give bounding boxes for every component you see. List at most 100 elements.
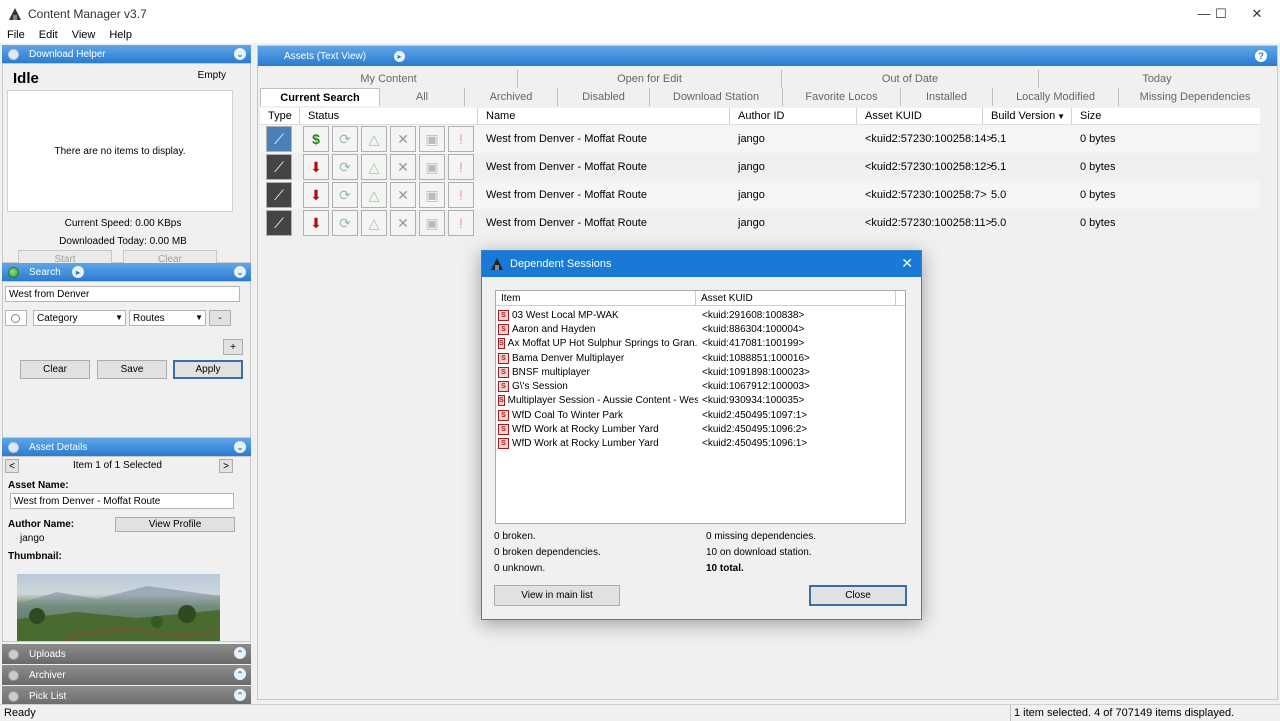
apply-search-button[interactable]: Apply <box>173 360 243 379</box>
list-item[interactable]: S Aaron and Hayden <kuid:886304:100004> <box>496 322 905 336</box>
tab-locally-modified[interactable]: Locally Modified <box>993 88 1119 106</box>
asset-name-field[interactable]: West from Denver - Moffat Route <box>10 493 234 509</box>
menu-edit[interactable]: Edit <box>32 29 65 41</box>
table-row[interactable]: ⟋ $ ⟳ △ ✕ ▣! West from Denver - Moffat Route ja… <box>260 125 1260 153</box>
tab-all[interactable]: All <box>380 88 465 106</box>
list-item[interactable]: S WfD Work at Rocky Lumber Yard <kuid2:450… <box>496 437 905 451</box>
list-item[interactable]: S Bama Denver Multiplayer <kuid:1088851:10… <box>496 351 905 365</box>
col-name[interactable]: Name <box>478 108 730 124</box>
tab-open-for-edit[interactable]: Open for Edit <box>518 70 782 88</box>
table-row[interactable]: ⟋ ⬇ ⟳ △ ✕ ▣! West from Denver - Moffat Route ja… <box>260 153 1260 181</box>
add-filter-button[interactable]: + <box>223 339 243 355</box>
session-item: S G\'s Session <box>496 381 698 393</box>
list-item[interactable]: S WfD Coal To Winter Park <kuid2:450495:10… <box>496 408 905 422</box>
status-text: Ready <box>4 707 36 719</box>
list-item[interactable]: S Multiplayer Session - Aussie Content - … <box>496 394 905 408</box>
view-profile-button[interactable]: View Profile <box>115 517 235 532</box>
prev-item-button[interactable]: < <box>5 459 19 473</box>
list-item[interactable]: S Ax Moffat UP Hot Sulphur Springs to Gra… <box>496 337 905 351</box>
session-name: Bama Denver Multiplayer <box>512 352 625 364</box>
sort-desc-icon: ▼ <box>1057 111 1065 121</box>
type-cell: ⟋ <box>260 182 300 208</box>
dialog-title-bar: Dependent Sessions ✕ <box>482 251 921 277</box>
col-status[interactable]: Status <box>300 108 478 124</box>
filter-toggle[interactable] <box>5 310 27 326</box>
session-item: S BNSF multiplayer <box>496 366 698 378</box>
download-list[interactable]: There are no items to display. <box>7 90 233 212</box>
list-item[interactable]: S 03 West Local MP-WAK <kuid:291608:100838… <box>496 308 905 322</box>
menu-bar: File Edit View Help <box>0 27 1280 43</box>
list-item[interactable]: S WfD Work at Rocky Lumber Yard <kuid2:450… <box>496 422 905 436</box>
menu-help[interactable]: Help <box>102 29 139 41</box>
tab-favorite-locos[interactable]: Favorite Locos <box>783 88 901 106</box>
col-build-version[interactable]: Build Version ▼ <box>983 108 1072 124</box>
download-helper-header[interactable]: Download Helper ⌄ <box>2 45 251 63</box>
tab-archived[interactable]: Archived <box>465 88 558 106</box>
tab-current-search[interactable]: Current Search <box>260 88 380 106</box>
tab-my-content[interactable]: My Content <box>260 70 518 88</box>
view-menu-arrow-icon[interactable]: ▸ <box>394 50 406 62</box>
session-kuid: <kuid:930934:100035> <box>702 395 805 407</box>
maximize-button[interactable]: ☐ <box>1203 0 1239 27</box>
archiver-header[interactable]: Archiver ⌃ <box>2 665 251 685</box>
col-item[interactable]: Item <box>496 291 696 305</box>
menu-view[interactable]: View <box>65 29 103 41</box>
collapse-chevron-icon[interactable]: ⌄ <box>234 266 246 278</box>
menu-file[interactable]: File <box>0 29 32 41</box>
kuid-cell: <kuid2:57230:100258:14> <box>865 133 993 145</box>
expand-chevron-icon[interactable]: ⌃ <box>234 689 246 701</box>
collapse-chevron-icon[interactable]: ⌄ <box>234 48 246 60</box>
collapse-chevron-icon[interactable]: ⌄ <box>234 441 246 453</box>
next-item-button[interactable]: > <box>219 459 233 473</box>
tab-disabled[interactable]: Disabled <box>558 88 650 106</box>
close-dialog-button[interactable]: Close <box>809 585 907 606</box>
asset-details-header[interactable]: Asset Details ⌄ <box>2 438 251 456</box>
name-cell: West from Denver - Moffat Route <box>486 133 647 145</box>
routes-select[interactable]: Routes ▼ <box>129 310 206 326</box>
clear-search-button[interactable]: Clear <box>20 360 90 379</box>
col-asset-kuid[interactable]: Asset KUID <box>857 108 983 124</box>
session-kuid: <kuid2:450495:1097:1> <box>702 409 808 421</box>
search-arrow-icon[interactable]: ▸ <box>72 266 84 278</box>
table-body: ⟋ $ ⟳ △ ✕ ▣! West from Denver - Moffat Route ja… <box>260 125 1260 237</box>
category-select[interactable]: Category ▼ <box>33 310 126 326</box>
table-row[interactable]: ⟋ ⬇ ⟳ △ ✕ ▣! West from Denver - Moffat Route ja… <box>260 209 1260 237</box>
assets-title: Assets (Text View) <box>284 50 367 62</box>
name-cell: West from Denver - Moffat Route <box>486 161 647 173</box>
list-item[interactable]: S BNSF multiplayer <kuid:1091898:100023> <box>496 365 905 379</box>
dialog-close-icon[interactable]: ✕ <box>901 255 913 272</box>
size-cell: 0 bytes <box>1080 189 1116 201</box>
expand-chevron-icon[interactable]: ⌃ <box>234 668 246 680</box>
missing-count: 0 missing dependencies. <box>706 531 817 542</box>
help-icon[interactable]: ? <box>1255 50 1267 62</box>
close-window-button[interactable]: ✕ <box>1239 0 1275 27</box>
search-header[interactable]: Search ▸ ⌄ <box>2 263 251 281</box>
uploads-header[interactable]: Uploads ⌃ <box>2 644 251 664</box>
tab-row-2: Current Search All Archived Disabled Dow… <box>260 88 1271 106</box>
col-author-id[interactable]: Author ID <box>730 108 857 124</box>
save-search-button[interactable]: Save <box>97 360 167 379</box>
pick-list-header[interactable]: Pick List ⌃ <box>2 686 251 706</box>
refresh-icon: ⟳ <box>332 154 358 180</box>
session-item: S WfD Coal To Winter Park <box>496 409 698 421</box>
tab-download-station[interactable]: Download Station <box>650 88 783 106</box>
sessions-list[interactable]: Item Asset KUID S 03 West Local MP-WAK <ku… <box>495 290 906 524</box>
remove-filter-button[interactable]: - <box>209 310 231 326</box>
tab-missing-dependencies[interactable]: Missing Dependencies <box>1119 88 1271 106</box>
list-item[interactable]: S G\'s Session <kuid:1067912:100003> <box>496 379 905 393</box>
view-in-main-list-button[interactable]: View in main list <box>494 585 620 606</box>
col-kuid[interactable]: Asset KUID <box>696 291 896 305</box>
tab-installed[interactable]: Installed <box>901 88 993 106</box>
col-type[interactable]: Type <box>260 108 300 124</box>
search-input[interactable]: West from Denver <box>5 286 240 302</box>
expand-chevron-icon[interactable]: ⌃ <box>234 647 246 659</box>
downloaded-today: Downloaded Today: 0.00 MB <box>59 236 187 247</box>
tab-today[interactable]: Today <box>1039 70 1275 88</box>
unknown-count: 0 unknown. <box>494 563 546 574</box>
col-size[interactable]: Size <box>1072 108 1256 124</box>
refresh-icon: ⟳ <box>332 210 358 236</box>
table-row[interactable]: ⟋ ⬇ ⟳ △ ✕ ▣! West from Denver - Moffat Route ja… <box>260 181 1260 209</box>
kuid-cell: <kuid2:57230:100258:12> <box>865 161 993 173</box>
tab-out-of-date[interactable]: Out of Date <box>782 70 1039 88</box>
pick-list-title: Pick List <box>29 690 67 702</box>
